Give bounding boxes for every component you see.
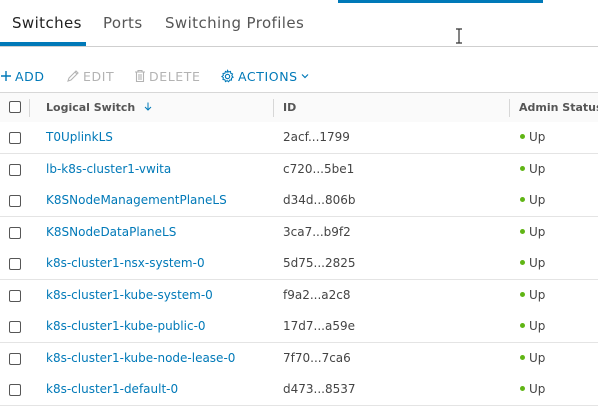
column-divider [29,99,30,117]
table-row[interactable]: lb-k8s-cluster1-vwita c720...5be1 Up [0,153,598,186]
table-row[interactable]: k8s-cluster1-kube-node-lease-0 7f70...7ca… [0,342,598,375]
column-header-logical-switch[interactable]: Logical Switch [46,101,152,114]
status-up-dot-icon [520,386,525,391]
toolbar: ADD EDIT DELETE ACTIONS [0,64,598,88]
status-up-dot-icon [520,260,525,265]
logical-switch-name-link[interactable]: k8s-cluster1-kube-node-lease-0 [46,351,235,365]
logical-switch-name-link[interactable]: k8s-cluster1-kube-public-0 [46,319,206,333]
table-row[interactable]: T0UplinkLS 2acf...1799 Up [0,122,598,154]
grid-header: Logical Switch ID Admin Status [0,92,598,123]
column-header-id[interactable]: ID [283,101,296,114]
switch-id: 17d7...a59e [283,319,355,333]
switch-id: c720...5be1 [283,161,355,176]
tab-switching-profiles[interactable]: Switching Profiles [165,14,304,32]
row-select-checkbox[interactable] [9,352,21,365]
switch-id: f9a2...a2c8 [283,287,351,302]
status-up-dot-icon [520,197,525,202]
text-cursor-icon [456,28,462,44]
plus-icon [0,70,12,82]
edit-label: EDIT [83,68,115,84]
switch-id: d34d...806b [283,193,356,207]
logical-switch-name-link[interactable]: T0UplinkLS [46,130,113,144]
trash-icon [134,69,146,83]
admin-status: Up [520,288,545,302]
status-up-dot-icon [520,134,525,139]
logical-switch-name-link[interactable]: lb-k8s-cluster1-vwita [46,162,171,176]
select-all-checkbox[interactable] [9,101,21,113]
logical-switch-name-link[interactable]: K8SNodeManagementPlaneLS [46,193,227,207]
chevron-down-icon [301,72,309,80]
row-select-checkbox[interactable] [9,384,21,396]
status-up-dot-icon [520,165,525,171]
admin-status: Up [520,225,545,239]
row-select-checkbox[interactable] [9,195,21,207]
status-up-dot-icon [520,228,525,234]
row-select-checkbox[interactable] [9,321,21,333]
actions-label: ACTIONS [238,68,298,84]
tab-bar: Switches Ports Switching Profiles [0,0,598,47]
logical-switch-name-link[interactable]: K8SNodeDataPlaneLS [46,225,176,239]
admin-status: Up [520,351,545,365]
admin-status: Up [520,382,545,396]
switch-id: 5d75...2825 [283,256,356,270]
delete-label: DELETE [149,68,201,84]
delete-button[interactable]: DELETE [134,64,201,88]
add-label: ADD [15,68,45,84]
gear-icon [220,68,235,84]
table-row[interactable]: K8SNodeDataPlaneLS 3ca7...b9f2 Up [0,216,598,249]
admin-status-label: Up [529,287,546,302]
column-divider [509,99,510,117]
tab-switches[interactable]: Switches [12,14,82,32]
column-header-admin-status[interactable]: Admin Status [519,101,598,114]
admin-status-label: Up [529,161,546,176]
row-select-checkbox[interactable] [9,132,21,144]
table-row[interactable]: k8s-cluster1-nsx-system-0 5d75...2825 Up [0,248,598,280]
logical-switch-name-link[interactable]: k8s-cluster1-nsx-system-0 [46,256,205,270]
admin-status-label: Up [529,382,546,396]
active-tab-indicator [0,42,86,46]
admin-status-label: Up [529,224,546,239]
row-select-checkbox[interactable] [9,258,21,270]
switch-id: 7f70...7ca6 [283,350,351,365]
add-button[interactable]: ADD [0,64,45,88]
admin-status: Up [520,319,545,333]
actions-button[interactable]: ACTIONS [220,64,309,88]
table-row[interactable]: K8SNodeManagementPlaneLS d34d...806b Up [0,185,598,217]
switch-id: d473...8537 [283,382,356,396]
row-select-checkbox[interactable] [9,289,21,302]
admin-status: Up [520,193,545,207]
switch-id: 2acf...1799 [283,130,350,144]
admin-status: Up [520,130,545,144]
pencil-icon [66,69,80,83]
status-up-dot-icon [520,354,525,360]
column-header-label: Logical Switch [46,101,136,114]
status-up-dot-icon [520,323,525,328]
logical-switch-name-link[interactable]: k8s-cluster1-default-0 [46,382,178,396]
edit-button[interactable]: EDIT [66,64,114,88]
switch-id: 3ca7...b9f2 [283,224,351,239]
table-row[interactable]: k8s-cluster1-kube-public-0 17d7...a59e Up [0,311,598,343]
row-select-checkbox[interactable] [9,226,21,239]
tab-ports[interactable]: Ports [103,14,143,32]
row-select-checkbox[interactable] [9,163,21,176]
admin-status: Up [520,162,545,176]
admin-status-label: Up [529,319,546,333]
admin-status-label: Up [529,256,546,270]
table-row[interactable]: k8s-cluster1-kube-system-0 f9a2...a2c8 Up [0,279,598,312]
status-up-dot-icon [520,291,525,297]
table-row[interactable]: k8s-cluster1-default-0 d473...8537 Up [0,374,598,406]
admin-status: Up [520,256,545,270]
admin-status-label: Up [529,130,546,144]
sort-arrow-down-icon [144,102,152,111]
admin-status-label: Up [529,350,546,365]
logical-switch-name-link[interactable]: k8s-cluster1-kube-system-0 [46,288,213,302]
column-divider [273,99,274,117]
admin-status-label: Up [529,193,546,207]
